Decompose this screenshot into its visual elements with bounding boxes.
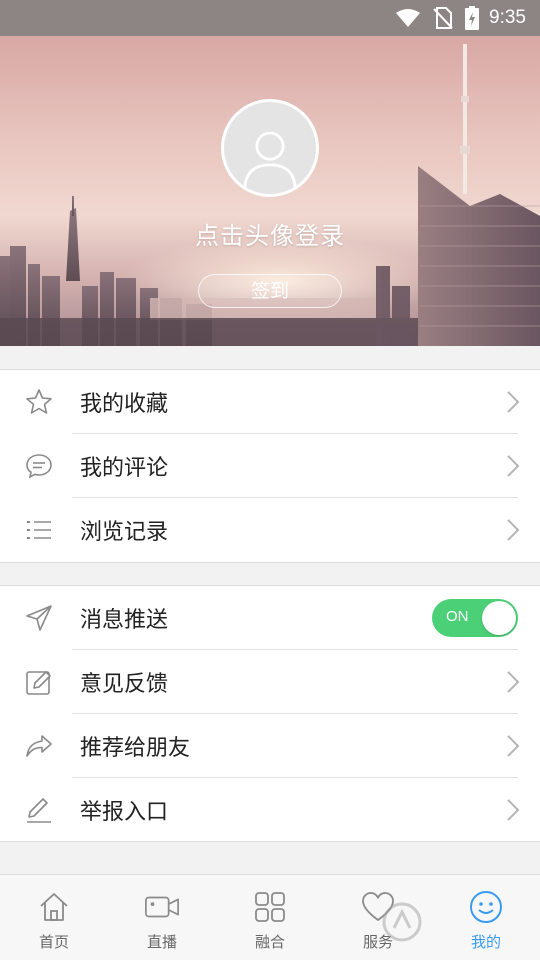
user-avatar-placeholder-icon — [243, 131, 297, 192]
grid-icon — [252, 889, 288, 925]
no-sim-icon — [433, 7, 453, 29]
star-icon — [25, 388, 53, 416]
share-icon — [25, 732, 53, 760]
profile-header: 点击头像登录 签到 — [0, 36, 540, 346]
nav-item-live[interactable]: 直播 — [108, 875, 216, 960]
menu-group-settings: 消息推送 ON 意见反馈 推荐给朋友 举报入口 — [0, 585, 540, 842]
menu-item-label: 消息推送 — [80, 608, 169, 633]
comment-icon — [25, 452, 53, 480]
nav-label: 我的 — [470, 933, 501, 951]
menu-item-label: 举报入口 — [80, 800, 169, 825]
menu-item-comments[interactable]: 我的评论 — [0, 434, 540, 498]
menu-item-label: 意见反馈 — [80, 672, 169, 697]
nav-item-home[interactable]: 首页 — [0, 875, 108, 960]
pencil-icon — [25, 796, 53, 824]
video-camera-icon — [144, 889, 180, 925]
nav-label: 首页 — [38, 933, 69, 951]
nav-label: 直播 — [146, 933, 177, 951]
menu-group-personal: 我的收藏 我的评论 浏览记录 — [0, 369, 540, 563]
menu-item-label: 推荐给朋友 — [80, 736, 191, 761]
list-icon — [25, 516, 53, 544]
nav-label: 融合 — [254, 933, 285, 951]
menu-item-label: 我的收藏 — [80, 392, 169, 417]
nav-item-mine[interactable]: 我的 — [432, 875, 540, 960]
chevron-right-icon — [507, 799, 520, 821]
push-notification-toggle[interactable]: ON — [432, 599, 518, 637]
nav-item-services[interactable]: 服务 — [324, 875, 432, 960]
chevron-right-icon — [507, 671, 520, 693]
menu-item-push-notifications: 消息推送 ON — [0, 586, 540, 650]
toggle-knob — [482, 601, 516, 635]
menu-item-history[interactable]: 浏览记录 — [0, 498, 540, 562]
login-prompt[interactable]: 点击头像登录 — [0, 216, 540, 251]
heart-icon — [360, 889, 396, 925]
send-icon — [25, 604, 53, 632]
home-icon — [36, 889, 72, 925]
menu-item-favorites[interactable]: 我的收藏 — [0, 370, 540, 434]
menu-item-label: 我的评论 — [80, 456, 169, 481]
status-time: 9:35 — [489, 7, 526, 28]
chevron-right-icon — [507, 735, 520, 757]
nav-item-fusion[interactable]: 融合 — [216, 875, 324, 960]
menu-item-label: 浏览记录 — [80, 520, 169, 545]
avatar[interactable] — [221, 99, 319, 197]
nav-label: 服务 — [362, 933, 393, 951]
menu-item-feedback[interactable]: 意见反馈 — [0, 650, 540, 714]
smiley-icon — [468, 889, 504, 925]
checkin-button[interactable]: 签到 — [198, 274, 342, 308]
bottom-nav: 首页 直播 融合 服务 我的 — [0, 874, 540, 960]
toggle-state-label: ON — [446, 608, 469, 625]
menu-item-report[interactable]: 举报入口 — [0, 778, 540, 842]
status-bar: 9:35 — [0, 0, 540, 36]
edit-box-icon — [25, 668, 53, 696]
menu-item-recommend[interactable]: 推荐给朋友 — [0, 714, 540, 778]
chevron-right-icon — [507, 391, 520, 413]
wifi-icon — [395, 8, 421, 28]
chevron-right-icon — [507, 455, 520, 477]
chevron-right-icon — [507, 519, 520, 541]
battery-charging-icon — [465, 6, 480, 30]
